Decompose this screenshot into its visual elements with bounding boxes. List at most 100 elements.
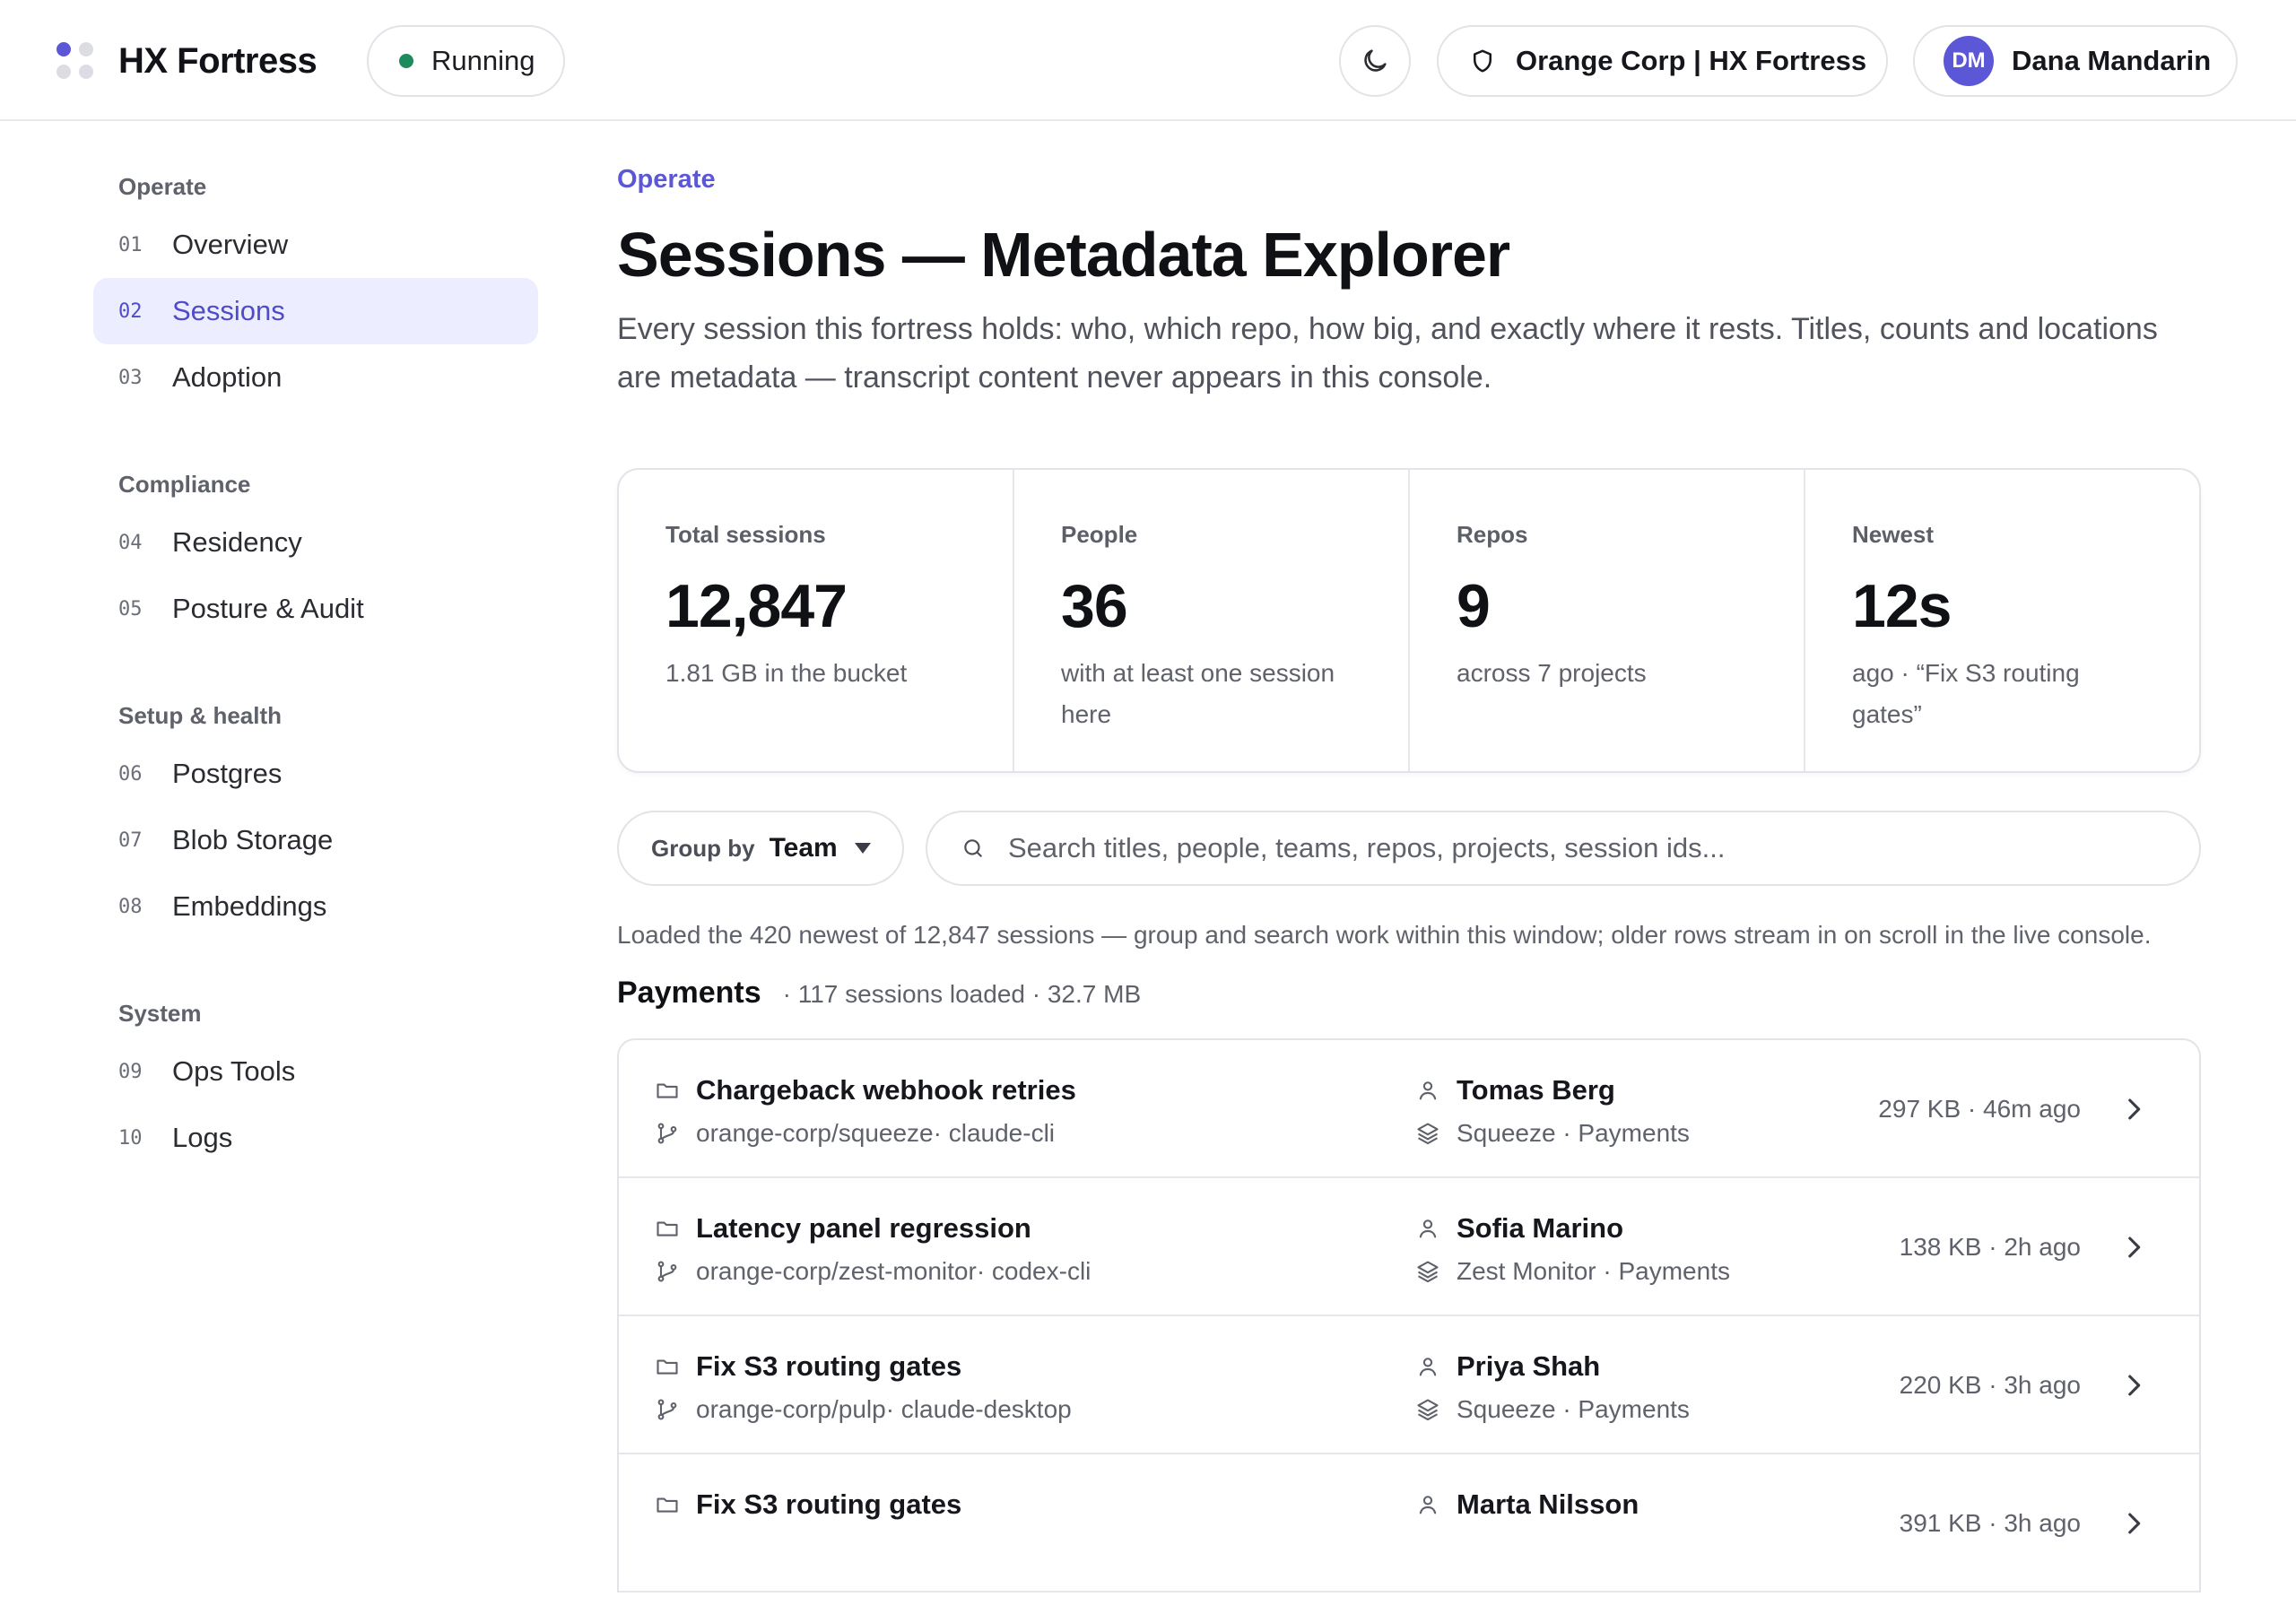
folder-icon [657, 1497, 678, 1513]
chevron-right-icon[interactable] [2118, 1232, 2149, 1263]
session-person: Sofia Marino [1457, 1212, 1624, 1244]
sidebar-item-postgres[interactable]: 06 Postgres [93, 741, 538, 807]
nav-number: 05 [118, 597, 143, 620]
status-dot-icon [399, 54, 413, 68]
sidebar-item-blob-storage[interactable]: 07 Blob Storage [93, 807, 538, 873]
user-menu[interactable]: DM Dana Mandarin [1913, 25, 2238, 97]
sidebar-item-sessions[interactable]: 02 Sessions [93, 278, 538, 344]
session-person: Tomas Berg [1457, 1074, 1615, 1106]
session-project: Squeeze · Payments [1457, 1395, 1690, 1423]
brand-name: HX Fortress [118, 41, 317, 81]
org-name: Orange Corp | HX Fortress [1516, 45, 1867, 76]
stat-subtext: 1.81 GB in the bucket [665, 659, 908, 687]
page-title: Sessions — Metadata Explorer [617, 220, 1510, 290]
session-client: · codex-cli [976, 1257, 1091, 1285]
git-branch-icon [657, 1261, 677, 1282]
session-row[interactable]: Chargeback webhook retries orange-corp/s… [619, 1040, 2199, 1178]
sidebar-item-overview[interactable]: 01 Overview [93, 212, 538, 278]
session-title: Fix S3 routing gates [696, 1350, 962, 1382]
layers-icon [1417, 1261, 1439, 1283]
nav-number: 07 [118, 829, 143, 852]
session-title: Chargeback webhook retries [696, 1074, 1076, 1106]
group-by-select[interactable]: Group by Team [617, 811, 904, 886]
nav-number: 02 [118, 299, 143, 323]
org-switcher[interactable]: Orange Corp | HX Fortress [1437, 25, 1888, 97]
nav-label: Embeddings [172, 890, 327, 922]
session-row[interactable]: Latency panel regression orange-corp/zes… [619, 1178, 2199, 1316]
group-by-label: Group by [651, 834, 755, 862]
git-branch-icon [657, 1399, 677, 1420]
nav-number: 01 [118, 233, 143, 256]
nav-number: 04 [118, 531, 143, 554]
session-size: 391 KB · 3h ago [1899, 1509, 2081, 1537]
search-input[interactable] [1008, 832, 2174, 864]
session-row[interactable]: Fix S3 routing gates Marta Nilsson 391 K… [619, 1454, 2199, 1592]
nav-label: Postgres [172, 758, 283, 789]
nav-number: 06 [118, 762, 143, 785]
session-project: Zest Monitor · Payments [1457, 1257, 1730, 1285]
logo-icon [57, 42, 94, 80]
user-icon [1419, 1081, 1437, 1100]
sidebar-item-logs[interactable]: 10 Logs [93, 1105, 538, 1171]
chevron-right-icon[interactable] [2118, 1508, 2149, 1539]
user-icon [1419, 1496, 1437, 1514]
moon-icon [1364, 49, 1387, 72]
nav-label: Posture & Audit [172, 593, 364, 624]
sidebar-item-residency[interactable]: 04 Residency [93, 509, 538, 576]
nav-label: Sessions [172, 295, 285, 326]
top-bar: HX Fortress Running Orange Corp | HX For… [0, 0, 2296, 121]
group-name: Payments [617, 976, 761, 1010]
chevron-right-icon[interactable] [2118, 1094, 2149, 1124]
avatar: DM [1944, 36, 1994, 86]
nav-label: Ops Tools [172, 1055, 296, 1087]
stat-repos: Repos 9 across 7 projects [1410, 470, 1805, 771]
group-by-value: Team [769, 833, 838, 863]
main-content: Operate Sessions — Metadata Explorer Eve… [617, 161, 2203, 1592]
session-size: 220 KB · 3h ago [1899, 1371, 2081, 1399]
nav-label: Adoption [172, 361, 283, 393]
sidebar: Operate 01 Overview 02 Sessions 03 Adopt… [93, 161, 538, 1171]
sidebar-item-posture-audit[interactable]: 05 Posture & Audit [93, 576, 538, 642]
user-name: Dana Mandarin [2012, 45, 2212, 76]
nav-group-system: System [118, 1000, 202, 1027]
sidebar-item-ops-tools[interactable]: 09 Ops Tools [93, 1038, 538, 1105]
page-description: Every session this fortress holds: who, … [617, 312, 2158, 395]
session-person: Priya Shah [1457, 1350, 1601, 1382]
stats-panel: Total sessions 12,847 1.81 GB in the buc… [617, 468, 2201, 773]
session-list: Chargeback webhook retries orange-corp/s… [617, 1038, 2201, 1592]
stat-people: People 36 with at least one session here [1014, 470, 1410, 771]
nav-number: 10 [118, 1126, 143, 1150]
nav-label: Logs [172, 1122, 233, 1153]
session-repo: orange-corp/zest-monitor [696, 1257, 977, 1285]
nav-number: 08 [118, 895, 143, 918]
session-repo: orange-corp/pulp [696, 1395, 886, 1423]
stat-subtext: with at least one session here [1061, 659, 1335, 728]
nav-group-compliance: Compliance [118, 471, 251, 498]
stat-subtext: ago · “Fix S3 routing gates” [1852, 659, 2080, 728]
stat-subtext: across 7 projects [1457, 659, 1647, 687]
nav-group-operate: Operate [118, 173, 207, 200]
group-header: Payments · 117 sessions loaded · 32.7 MB [617, 976, 2203, 1020]
sidebar-item-adoption[interactable]: 03 Adoption [93, 344, 538, 411]
session-repo: orange-corp/squeeze [696, 1119, 934, 1147]
nav-number: 03 [118, 366, 143, 389]
search-box[interactable] [926, 811, 2201, 886]
stat-newest: Newest 12s ago · “Fix S3 routing gates” [1805, 470, 2199, 771]
loaded-note: Loaded the 420 newest of 12,847 sessions… [617, 921, 2152, 949]
stat-label: People [1061, 521, 1138, 548]
session-size: 297 KB · 46m ago [1878, 1095, 2081, 1123]
theme-toggle-button[interactable] [1339, 25, 1411, 97]
session-client: · claude-desktop [885, 1395, 1072, 1423]
user-icon [1419, 1358, 1437, 1376]
chevron-right-icon[interactable] [2118, 1370, 2149, 1401]
stat-value: 9 [1457, 572, 1491, 640]
caret-down-icon [854, 843, 871, 854]
session-row[interactable]: Fix S3 routing gates orange-corp/pulp · … [619, 1316, 2199, 1454]
sidebar-item-embeddings[interactable]: 08 Embeddings [93, 873, 538, 940]
session-client: · claude-cli [933, 1119, 1056, 1147]
nav-label: Residency [172, 526, 302, 558]
folder-icon [657, 1083, 678, 1098]
stat-label: Repos [1457, 521, 1528, 548]
breadcrumb: Operate [617, 165, 716, 194]
git-branch-icon [657, 1123, 677, 1144]
